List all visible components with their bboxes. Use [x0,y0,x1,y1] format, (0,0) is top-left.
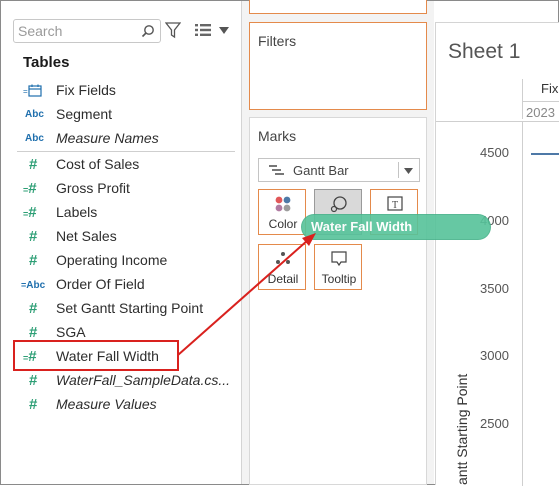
field-label: Net Sales [56,228,117,244]
field-waterfall-sampledata-count[interactable]: # WaterFall_SampleData.cs... [1,369,242,393]
drag-pill-label: Water Fall Width [311,219,413,234]
field-label: Labels [56,204,98,220]
abc-icon: Abc [25,109,44,120]
text-label-icon: T [387,196,403,211]
measure-icon: # [29,156,38,173]
measure-icon: # [29,372,38,389]
column-header-divider [522,79,523,119]
tooltip-icon [331,251,347,267]
color-dots-icon [275,196,291,212]
column-header: Fix [541,81,559,96]
color-button[interactable]: Color [258,189,306,235]
filters-title: Filters [258,33,297,49]
data-pane: Tables = Fix Fields Abc Segment Abc Meas… [1,1,242,484]
color-label: Color [268,217,298,231]
list-view-icon[interactable] [195,24,211,36]
marks-card: Marks Gantt Bar [249,117,427,485]
field-label: Segment [56,106,113,122]
filter-icon[interactable] [165,21,181,39]
abc-icon: Abc [25,133,44,144]
header-rule [436,121,559,122]
measure-list: # Cost of Sales =# Gross Profit =# Label… [1,153,242,417]
y-tick-label: 2500 [480,416,509,431]
date-icon: = [23,84,42,97]
tooltip-label: Tooltip [321,272,357,286]
mark-type-label: Gantt Bar [293,163,349,178]
field-label: Operating Income [56,252,168,268]
field-label: Set Gantt Starting Point [56,300,204,316]
calc-measure-icon: =# [23,180,37,197]
marks-title: Marks [258,128,297,144]
chevron-down-icon[interactable] [219,27,229,35]
search-icon[interactable] [141,24,155,38]
tables-heading: Tables [23,54,70,71]
search-box[interactable] [13,19,161,43]
size-icon [330,196,347,213]
y-axis-line [522,122,523,486]
field-segment[interactable]: Abc Segment [1,103,242,127]
svg-text:T: T [392,200,398,211]
field-net-sales[interactable]: # Net Sales [1,225,242,249]
detail-button[interactable]: Detail [258,244,306,290]
header-rule [522,101,559,102]
field-label: Cost of Sales [56,156,140,172]
measure-icon: # [29,228,38,245]
calc-measure-icon: =# [23,204,37,221]
field-list: = Fix Fields Abc Segment Abc Measure Nam… [1,79,242,151]
filters-shelf[interactable]: Filters [249,22,427,110]
measure-icon: # [29,252,38,269]
field-operating-income[interactable]: # Operating Income [1,249,242,273]
y-tick-label: 4500 [480,145,509,160]
search-input[interactable] [18,22,136,40]
detail-dots-icon [276,252,290,264]
svg-text:=: = [23,87,28,96]
pages-card[interactable] [249,0,427,14]
field-measure-values[interactable]: # Measure Values [1,393,242,417]
field-label: SGA [56,324,86,340]
field-label: Fix Fields [56,82,116,98]
field-label: Measure Values [56,396,157,412]
gantt-bar-icon [269,165,284,175]
field-measure-names[interactable]: Abc Measure Names [1,127,242,151]
field-label: Measure Names [56,130,159,146]
measure-icon: # [29,396,38,413]
field-label: WaterFall_SampleData.cs... [56,372,231,388]
field-set-gantt-starting-point[interactable]: # Set Gantt Starting Point [1,297,242,321]
divider [17,151,235,152]
y-axis-label: antt Starting Point [454,373,470,485]
field-label: Gross Profit [56,180,130,196]
detail-label: Detail [267,272,299,286]
sheet-title: Sheet 1 [448,40,521,63]
drag-pill[interactable]: Water Fall Width [302,215,490,239]
field-label: Order Of Field [56,276,145,292]
y-tick-label: 3500 [480,281,509,296]
column-year: 2023 [526,105,555,120]
dropdown-separator [398,162,399,178]
y-tick-label: 3000 [480,348,509,363]
field-gross-profit[interactable]: =# Gross Profit [1,177,242,201]
field-fix-fields[interactable]: = Fix Fields [1,79,242,103]
chevron-down-icon[interactable] [404,168,413,174]
tooltip-button[interactable]: Tooltip [314,244,362,290]
calc-abc-icon: =Abc [21,280,46,291]
measure-icon: # [29,324,38,341]
worksheet-view[interactable]: Sheet 1 Fix 2023 4500 4000 3500 3000 250… [435,22,559,486]
field-labels[interactable]: =# Labels [1,201,242,225]
field-cost-of-sales[interactable]: # Cost of Sales [1,153,242,177]
gantt-bar-mark[interactable] [531,153,559,155]
highlight-box [13,340,179,371]
mark-type-dropdown[interactable]: Gantt Bar [258,158,420,182]
field-order-of-field[interactable]: =Abc Order Of Field [1,273,242,297]
measure-icon: # [29,300,38,317]
